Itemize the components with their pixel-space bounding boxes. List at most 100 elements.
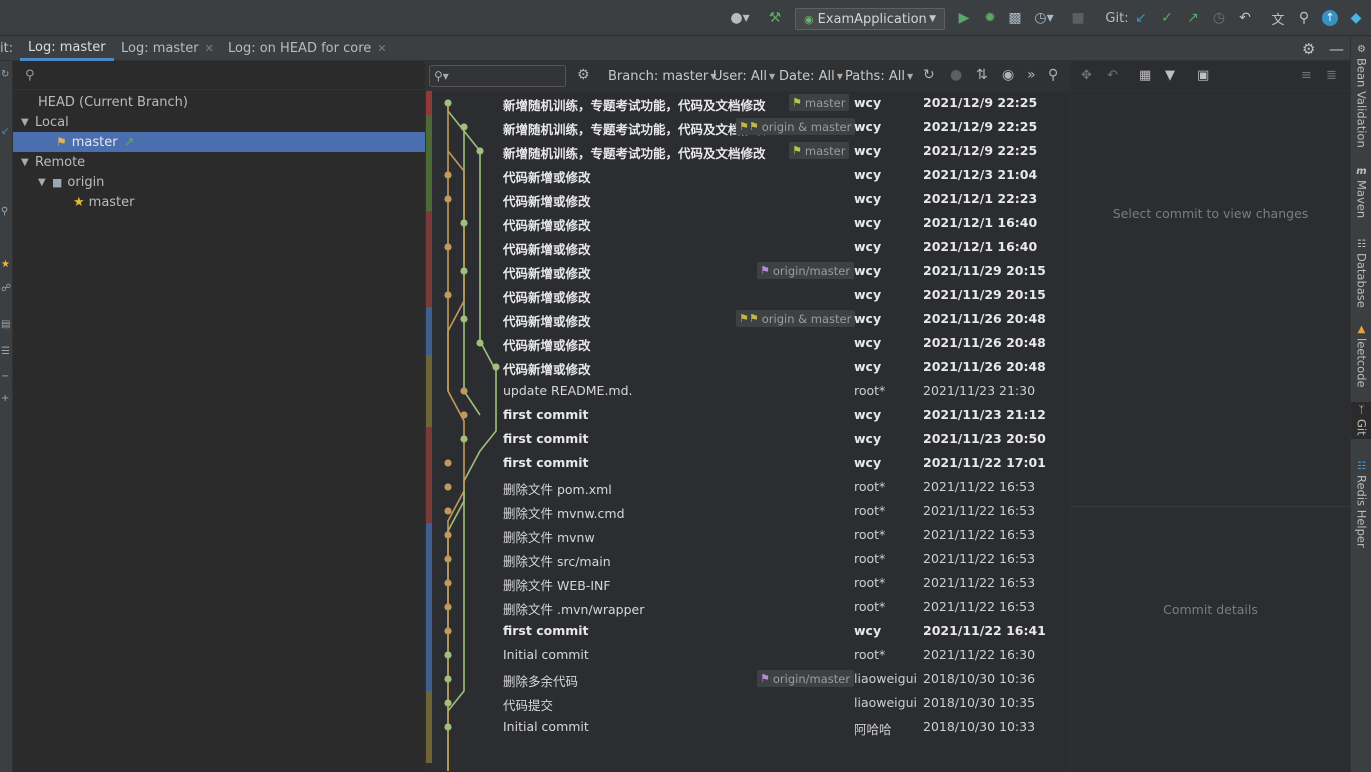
commit-row[interactable]: 代码新增或修改 wcy 2021/11/29 20:15 xyxy=(426,283,1071,307)
tab-log-master-2[interactable]: Log: master ✕ xyxy=(121,36,214,61)
coverage-icon[interactable]: ▩ xyxy=(1006,8,1024,28)
tool-maven[interactable]: m Maven xyxy=(1351,166,1371,218)
tab-log-master-1[interactable]: Log: master xyxy=(20,36,114,61)
commit-row[interactable]: 代码新增或修改 ⚑ origin/master wcy 2021/11/29 20:15 xyxy=(426,259,1071,283)
run-icon[interactable]: ▶ xyxy=(955,8,973,28)
git-commit-icon[interactable]: ✓ xyxy=(1158,8,1176,28)
filter-label: Paths: All xyxy=(845,68,905,84)
commit-row[interactable]: 代码新增或修改 wcy 2021/12/1 16:40 xyxy=(426,235,1071,259)
settings-icon[interactable]: ⚙ xyxy=(1302,36,1315,61)
settings-icon[interactable]: ⚙ xyxy=(577,67,590,83)
search-icon[interactable]: ⚲ xyxy=(1295,8,1313,28)
commit-row[interactable]: first commit wcy 2021/11/23 21:12 xyxy=(426,403,1071,427)
tool-redis-helper[interactable]: ☷ Redis Helper xyxy=(1351,461,1371,548)
globe-icon[interactable]: ☍ xyxy=(1,283,11,294)
commit-row[interactable]: 代码新增或修改 ⚑⚑ origin & master wcy 2021/11/26 20… xyxy=(426,307,1071,331)
commit-author: wcy xyxy=(854,623,882,638)
rollback-icon[interactable]: ↶ xyxy=(1236,8,1254,28)
commit-row[interactable]: 代码新增或修改 wcy 2021/11/26 20:48 xyxy=(426,331,1071,355)
group-by-icon[interactable]: ▦ xyxy=(1139,68,1151,83)
build-hammer-icon[interactable]: ⚒ xyxy=(765,8,785,28)
history-icon[interactable]: ◷ xyxy=(1210,8,1228,28)
stop-icon[interactable]: ■ xyxy=(1070,8,1086,28)
commit-row[interactable]: 删除文件 mvnw root* 2021/11/22 16:53 xyxy=(426,523,1071,547)
commit-row[interactable]: Initial commit root* 2021/11/22 16:30 xyxy=(426,643,1071,667)
refresh-icon[interactable]: ↻ xyxy=(1,69,9,80)
branch-search-field[interactable]: ⚲ xyxy=(13,61,425,90)
tab-log-head-core[interactable]: Log: on HEAD for core ✕ xyxy=(228,36,386,61)
expand-all-icon[interactable]: ≡ xyxy=(1301,68,1312,83)
tool-database[interactable]: ☷ Database xyxy=(1351,239,1371,308)
user-filter[interactable]: User: All ▼ xyxy=(713,61,775,91)
commit-author: wcy xyxy=(854,95,882,110)
commit-row[interactable]: first commit wcy 2021/11/22 16:41 xyxy=(426,619,1071,643)
date-filter[interactable]: Date: All ▼ xyxy=(779,61,843,91)
close-icon[interactable]: ✕ xyxy=(377,42,386,55)
update-project-icon[interactable]: ↙ xyxy=(1,126,9,137)
layout-icon[interactable]: ▣ xyxy=(1197,68,1209,83)
more-icon[interactable]: » xyxy=(1027,67,1036,83)
commit-row[interactable]: 删除多余代码 ⚑ origin/master liaoweigui 2018/10/30… xyxy=(426,667,1071,691)
commit-row[interactable]: first commit wcy 2021/11/23 20:50 xyxy=(426,427,1071,451)
commit-row[interactable]: 代码新增或修改 wcy 2021/12/1 22:23 xyxy=(426,187,1071,211)
profile-icon[interactable]: ◷▾ xyxy=(1030,8,1058,28)
commit-row[interactable]: 新增随机训练，专题考试功能，代码及文档修改 ⚑ master wcy 2021/12/9… xyxy=(426,91,1071,115)
commit-author: wcy xyxy=(854,167,882,182)
cherry-pick-icon[interactable]: ● xyxy=(950,67,962,83)
collapse-icon[interactable]: − xyxy=(1,371,9,382)
tool-git[interactable]: ᛉ Git xyxy=(1351,402,1371,439)
commit-row[interactable]: 删除文件 pom.xml root* 2021/11/22 16:53 xyxy=(426,475,1071,499)
commit-row[interactable]: first commit wcy 2021/11/22 17:01 xyxy=(426,451,1071,475)
commit-row[interactable]: Initial commit 阿哈哈 2018/10/30 10:33 xyxy=(426,715,1071,739)
search-icon[interactable]: ⚲ xyxy=(1,206,8,217)
branch-group-origin[interactable]: ▼ ■ origin xyxy=(13,172,425,192)
user-account-icon[interactable]: ●▾ xyxy=(727,8,753,28)
commit-row[interactable]: 新增随机训练，专题考试功能，代码及文档修改 ⚑ master wcy 2021/12/9… xyxy=(426,139,1071,163)
search-icon[interactable]: ⚲ xyxy=(1048,67,1058,83)
paths-filter[interactable]: Paths: All ▼ xyxy=(845,61,913,91)
commit-row[interactable]: 代码新增或修改 wcy 2021/11/26 20:48 xyxy=(426,355,1071,379)
chevron-down-icon[interactable]: ▼ xyxy=(38,177,52,188)
run-configuration-select[interactable]: ◉ ExamApplication ▼ xyxy=(795,8,945,30)
minimize-icon[interactable]: — xyxy=(1329,36,1344,61)
git-update-icon[interactable]: ↙ xyxy=(1132,8,1150,28)
list-icon[interactable]: ☰ xyxy=(1,346,10,357)
group-icon[interactable]: ▤ xyxy=(1,319,10,330)
chevron-down-icon[interactable]: ▼ xyxy=(21,117,35,128)
cherry-pick-icon[interactable]: ✥ xyxy=(1081,68,1092,83)
branch-local-master[interactable]: ⚑ master ↗ xyxy=(13,132,425,152)
update-icon[interactable]: ↑ xyxy=(1320,8,1340,28)
branch-filter[interactable]: Branch: master ▼ xyxy=(608,61,716,91)
chevron-down-icon[interactable]: ▼ xyxy=(21,157,35,168)
branch-head[interactable]: HEAD (Current Branch) xyxy=(13,92,425,112)
commit-row[interactable]: 代码新增或修改 wcy 2021/12/1 16:40 xyxy=(426,211,1071,235)
commit-row[interactable]: 代码新增或修改 wcy 2021/12/3 21:04 xyxy=(426,163,1071,187)
translate-icon[interactable]: 文 xyxy=(1268,8,1288,28)
commit-search-input[interactable]: ⚲▾ xyxy=(429,65,566,87)
collapse-all-icon[interactable]: ≣ xyxy=(1326,68,1337,83)
jetbrains-toolbox-icon[interactable]: ◆ xyxy=(1346,8,1366,28)
commit-row[interactable]: 新增随机训练，专题考试功能，代码及文档修改 ⚑⚑ origin & master wc… xyxy=(426,115,1071,139)
eye-icon[interactable]: ◉ xyxy=(1002,67,1014,83)
commit-date: 2021/11/29 20:15 xyxy=(923,263,1046,278)
sort-icon[interactable]: ⇅ xyxy=(976,67,988,83)
commit-row[interactable]: 删除文件 src/main root* 2021/11/22 16:53 xyxy=(426,547,1071,571)
refresh-icon[interactable]: ↻ xyxy=(923,67,935,83)
commit-row[interactable]: 代码提交 liaoweigui 2018/10/30 10:35 xyxy=(426,691,1071,715)
commit-row[interactable]: 删除文件 mvnw.cmd root* 2021/11/22 16:53 xyxy=(426,499,1071,523)
star-icon[interactable]: ★ xyxy=(1,259,10,270)
debug-icon[interactable]: ✹ xyxy=(981,8,999,28)
expand-icon[interactable]: + xyxy=(1,393,9,404)
tool-leetcode[interactable]: ▲ leetcode xyxy=(1351,324,1371,388)
branch-group-remote[interactable]: ▼ Remote xyxy=(13,152,425,172)
commit-row[interactable]: 删除文件 .mvn/wrapper root* 2021/11/22 16:53 xyxy=(426,595,1071,619)
close-icon[interactable]: ✕ xyxy=(205,42,214,55)
branch-origin-master[interactable]: ★ master xyxy=(13,192,425,212)
branch-group-local[interactable]: ▼ Local xyxy=(13,112,425,132)
git-push-icon[interactable]: ↗ xyxy=(1184,8,1202,28)
undo-icon[interactable]: ↶ xyxy=(1107,68,1118,83)
commit-row[interactable]: 删除文件 WEB-INF root* 2021/11/22 16:53 xyxy=(426,571,1071,595)
commit-row[interactable]: update README.md. root* 2021/11/23 21:30 xyxy=(426,379,1071,403)
tool-bean-validation[interactable]: ⚙ Bean Validation xyxy=(1351,44,1371,148)
filter-icon[interactable]: ▼ xyxy=(1165,68,1175,83)
